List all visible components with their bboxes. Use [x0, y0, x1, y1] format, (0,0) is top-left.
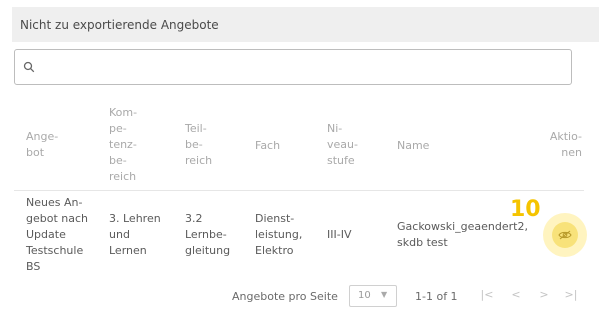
cell-name: Gackowski_geaendert2, skdb test	[397, 220, 528, 249]
next-page-icon[interactable]: >	[536, 287, 552, 303]
first-page-icon[interactable]: |<	[479, 287, 495, 303]
cell-angebot: Neues An- gebot nach Update Testschule B…	[26, 196, 89, 273]
last-page-icon[interactable]: >|	[563, 287, 579, 303]
cell-kompetenzbereich: 3. Lehren und Lernen	[109, 212, 161, 257]
per-page-select[interactable]: 10 ▼	[349, 285, 397, 307]
page-range: 1-1 of 1	[415, 290, 458, 303]
prev-page-icon[interactable]: <	[508, 287, 524, 303]
panel-header: Nicht zu exportierende Angebote	[12, 7, 599, 42]
per-page-label: Angebote pro Seite	[232, 290, 338, 303]
annotation-badge: 10	[510, 197, 541, 222]
search-icon	[23, 61, 35, 73]
cell-niveaustufe: III-IV	[327, 228, 352, 241]
cell-teilbereich: 3.2 Lernbe- gleitung	[185, 212, 231, 257]
cell-fach: Dienst- leistung, Elektro	[255, 212, 303, 257]
header-niveaustufe[interactable]: Ni- veau- stufe	[327, 121, 358, 169]
header-angebot[interactable]: Ange- bot	[26, 129, 58, 161]
header-kompetenzbereich[interactable]: Kom- pe- tenz- be- reich	[109, 105, 137, 185]
header-teilbereich[interactable]: Teil- be- reich	[185, 121, 212, 169]
header-fach[interactable]: Fach	[255, 138, 280, 154]
per-page-value: 10	[358, 290, 371, 301]
header-divider	[14, 190, 584, 191]
chevron-down-icon: ▼	[381, 290, 388, 299]
toggle-visibility-button[interactable]	[552, 222, 578, 248]
search-input[interactable]	[41, 54, 565, 82]
panel-title: Nicht zu exportierende Angebote	[20, 18, 219, 32]
eye-off-icon	[558, 230, 572, 240]
header-name[interactable]: Name	[397, 138, 429, 154]
header-aktionen: Aktio- nen	[549, 130, 582, 159]
search-field[interactable]	[14, 49, 572, 85]
